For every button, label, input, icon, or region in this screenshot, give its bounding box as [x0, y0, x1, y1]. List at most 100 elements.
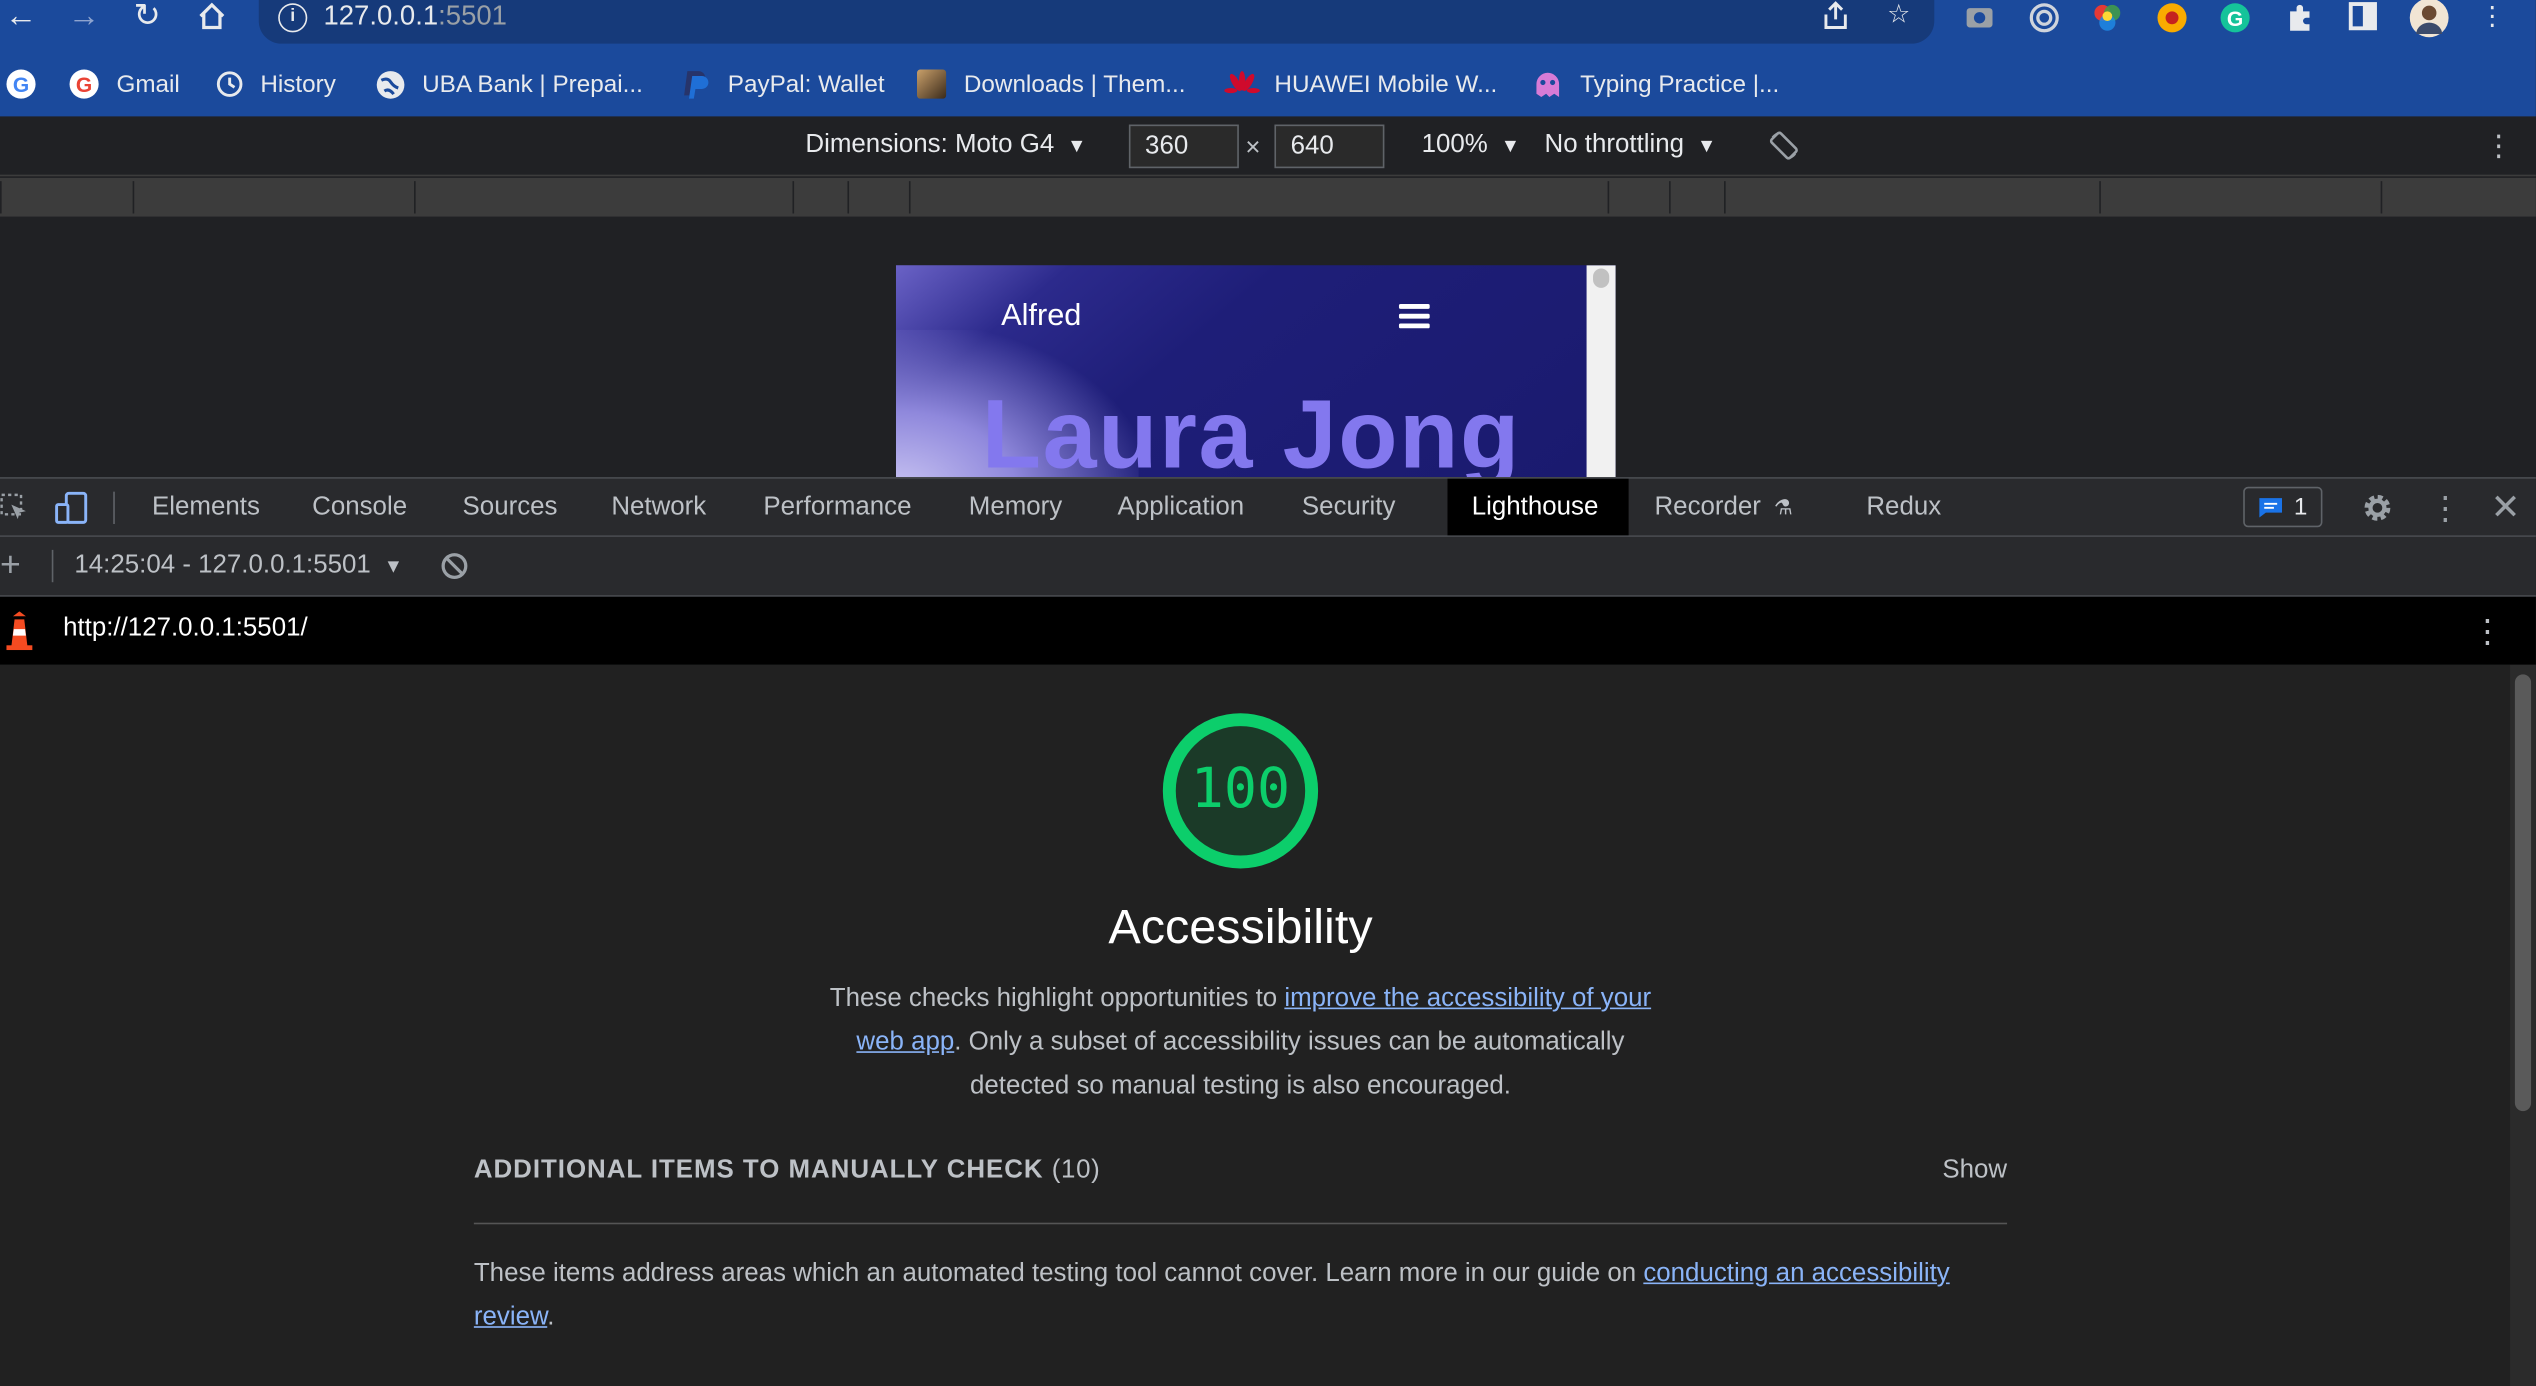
bookmark-star-icon[interactable]: ☆ [1881, 0, 1917, 32]
media-query-bar[interactable] [1669, 181, 1722, 214]
devtools-more-icon[interactable]: ⋮ [2429, 488, 2461, 528]
experimental-flask-icon: ⚗ [1773, 494, 1793, 520]
forward-arrow-icon[interactable]: → [63, 0, 105, 36]
media-query-bar[interactable] [908, 181, 1606, 214]
bookmark-typing-practice[interactable]: Typing Practice |... [1533, 66, 1779, 102]
device-height-input[interactable]: 640 [1274, 124, 1385, 169]
tab-recorder[interactable]: Recorder ⚗ [1630, 479, 1817, 536]
hamburger-menu-icon[interactable] [1398, 304, 1430, 330]
screen: ← → ↻ i 127.0.0.1:5501 ☆ G ⋮ G G Gmail H… [0, 0, 2536, 1386]
report-scrollbar[interactable] [2510, 664, 2536, 1386]
device-scrollbar-thumb[interactable] [1593, 268, 1610, 288]
tab-sources[interactable]: Sources [438, 479, 581, 536]
device-viewport: Alfred Laura Jong [0, 216, 2536, 478]
report-url[interactable]: http://127.0.0.1:5501/ [63, 615, 308, 644]
tab-memory[interactable]: Memory [945, 479, 1087, 536]
tab-application[interactable]: Application [1093, 479, 1268, 536]
back-arrow-icon[interactable]: ← [0, 0, 42, 36]
bookmark-history[interactable]: History [215, 66, 336, 102]
issues-message-icon [2259, 497, 2283, 517]
manual-desc-suffix: . [547, 1303, 555, 1332]
google-icon: G [69, 69, 99, 99]
manual-checks-header[interactable]: ADDITIONAL ITEMS TO MANUALLY CHECK (10) … [473, 1142, 2008, 1225]
device-screen[interactable]: Alfred Laura Jong [895, 265, 1616, 478]
media-query-bar[interactable] [2380, 181, 2536, 214]
extensions-puzzle-icon[interactable] [2282, 2, 2318, 34]
new-report-plus-icon[interactable]: + [0, 546, 21, 583]
tab-recorder-label: Recorder [1654, 493, 1761, 521]
bookmark-downloads[interactable]: Downloads | Them... [917, 66, 1186, 102]
zoom-dropdown[interactable]: 100% ▼ [1422, 131, 1520, 160]
tab-redux[interactable]: Redux [1842, 479, 1965, 536]
omnibox-url[interactable]: 127.0.0.1:5501 [323, 0, 506, 32]
tab-console[interactable]: Console [288, 479, 431, 536]
bookmark-label: HUAWEI Mobile W... [1274, 70, 1498, 98]
rotate-device-icon[interactable] [1768, 129, 1800, 161]
manual-checks-count: (10) [1051, 1156, 1101, 1184]
media-query-bar[interactable] [792, 181, 845, 214]
site-brand[interactable]: Alfred [1001, 299, 1081, 335]
site-info-icon[interactable]: i [278, 3, 308, 33]
bookmark-label: Typing Practice |... [1580, 70, 1780, 98]
google-apps-shortcut[interactable]: G [5, 66, 37, 102]
color-wheel-extension-icon[interactable] [2090, 2, 2126, 34]
device-toolbar-more-icon[interactable]: ⋮ [2484, 129, 2513, 163]
target-extension-icon[interactable] [2026, 2, 2062, 34]
side-panel-icon[interactable] [2345, 2, 2381, 34]
home-icon[interactable] [191, 0, 233, 36]
media-query-bar[interactable] [414, 181, 791, 214]
media-query-bar[interactable] [2099, 181, 2379, 214]
report-selector[interactable]: 14:25:04 - 127.0.0.1:5501 ▼ [74, 551, 403, 580]
omnibox[interactable]: i 127.0.0.1:5501 ☆ [258, 0, 1935, 44]
toggle-device-toolbar-icon[interactable] [53, 490, 89, 526]
history-icon [216, 71, 243, 97]
show-toggle[interactable]: Show [1942, 1156, 2007, 1185]
device-dimensions-dropdown[interactable]: Dimensions: Moto G4 ▼ [805, 131, 1086, 160]
close-devtools-icon[interactable]: ✕ [2491, 487, 2521, 529]
orange-extension-icon[interactable] [2154, 2, 2190, 34]
inspect-element-icon[interactable] [0, 493, 29, 522]
issues-counter[interactable]: 1 [2243, 486, 2323, 528]
tab-network[interactable]: Network [587, 479, 730, 536]
bookmark-label: History [260, 70, 336, 98]
media-query-bar[interactable] [132, 181, 413, 214]
svg-text:G: G [76, 74, 92, 97]
score-value: 100 [1190, 756, 1291, 822]
clear-reports-icon[interactable] [440, 551, 469, 580]
media-query-bar[interactable] [847, 181, 907, 214]
device-scrollbar[interactable] [1586, 265, 1616, 478]
share-icon[interactable] [1818, 0, 1854, 32]
grammarly-icon[interactable]: G [2217, 2, 2253, 34]
throttling-label: No throttling [1544, 131, 1685, 159]
url-port: :5501 [438, 0, 507, 31]
device-dimensions-label: Dimensions: Moto G4 [805, 131, 1055, 159]
media-query-bar[interactable] [0, 181, 131, 214]
manual-checks-label: ADDITIONAL ITEMS TO MANUALLY CHECK [473, 1156, 1044, 1184]
media-query-bar[interactable] [1724, 181, 2098, 214]
report-tools-menu-icon[interactable]: ⋮ [2471, 611, 2503, 651]
profile-avatar[interactable] [2408, 0, 2450, 38]
bookmark-label: Downloads | Them... [963, 70, 1186, 98]
hero-heading: Laura Jong [981, 380, 1521, 478]
downloads-favicon [917, 69, 947, 99]
device-toolbar: Dimensions: Moto G4 ▼ 360 × 640 100% ▼ No … [0, 116, 2536, 177]
reload-icon[interactable]: ↻ [126, 0, 168, 36]
bookmark-uba-bank[interactable]: UBA Bank | Prepai... [375, 66, 643, 102]
bookmark-gmail[interactable]: G Gmail [68, 66, 180, 102]
screenshot-extension-icon[interactable] [1962, 2, 1998, 34]
tab-security[interactable]: Security [1278, 479, 1420, 536]
device-width-input[interactable]: 360 [1128, 124, 1239, 169]
tab-lighthouse[interactable]: Lighthouse [1447, 478, 1629, 536]
bookmark-huawei[interactable]: HUAWEI Mobile W... [1224, 66, 1497, 102]
bookmark-label: PayPal: Wallet [727, 70, 885, 98]
bookmark-paypal[interactable]: PayPal: Wallet [681, 66, 885, 102]
manual-checks-description: These items address areas which an autom… [474, 1252, 2023, 1339]
settings-gear-icon[interactable] [2360, 490, 2396, 526]
address-row: ← → ↻ i 127.0.0.1:5501 ☆ G ⋮ [0, 0, 2536, 55]
tab-elements[interactable]: Elements [128, 479, 284, 536]
throttling-dropdown[interactable]: No throttling ▼ [1545, 131, 1717, 160]
chrome-menu-icon[interactable]: ⋮ [2474, 2, 2510, 34]
media-query-bar[interactable] [1607, 181, 1668, 214]
report-scrollbar-thumb[interactable] [2514, 674, 2532, 1112]
tab-performance[interactable]: Performance [739, 479, 936, 536]
